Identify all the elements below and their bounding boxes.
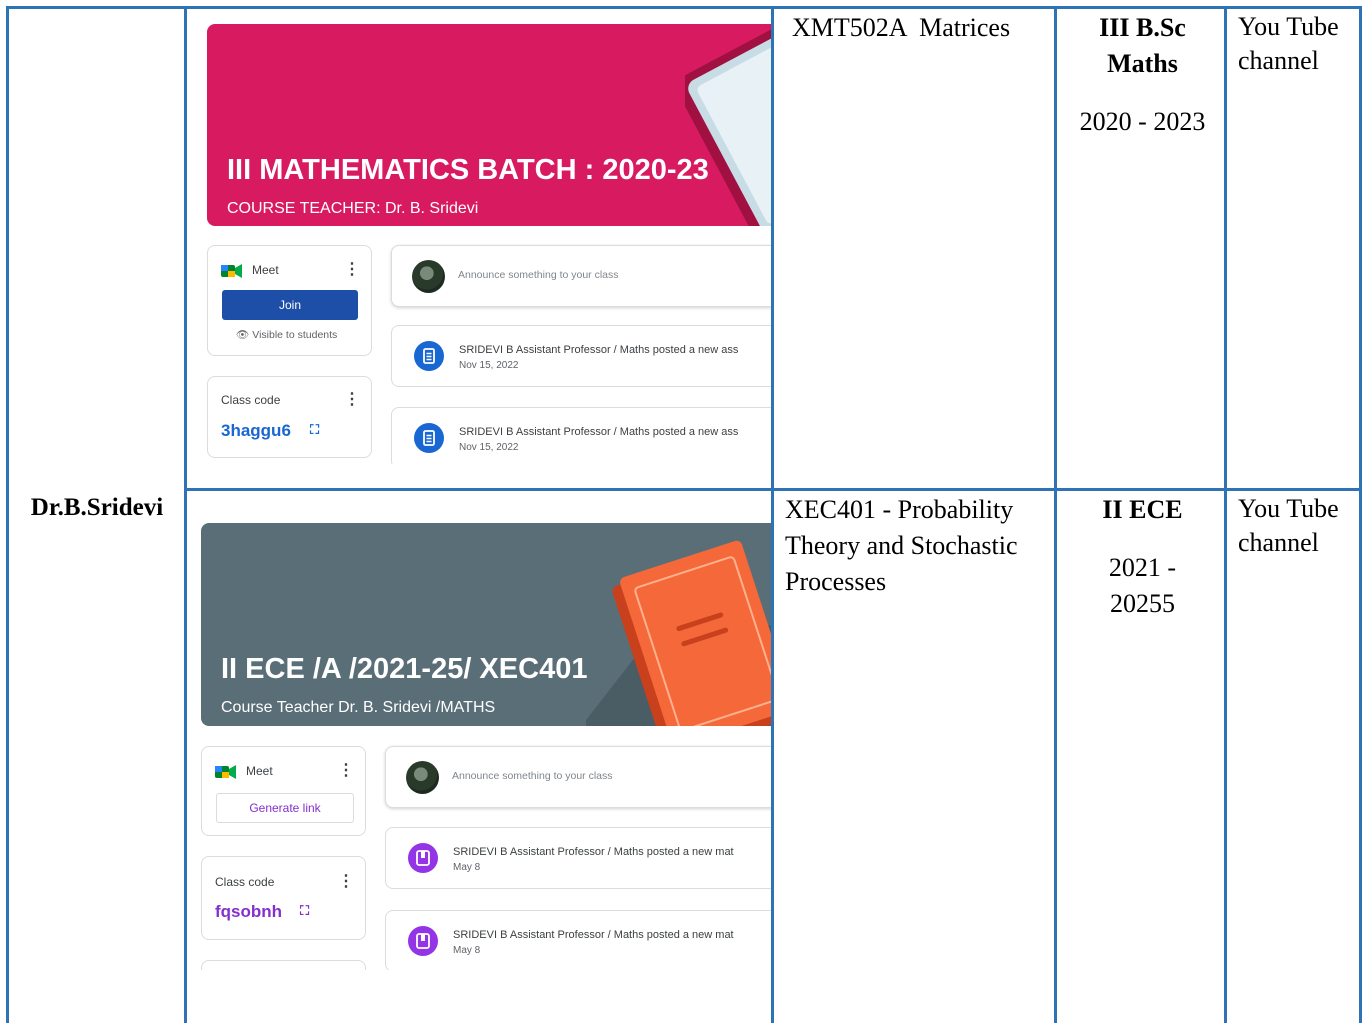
class-code-card: Class code ⋮ 3haggu6 ⛶ — [207, 376, 372, 458]
assignment-icon — [414, 423, 444, 453]
table-border-col3 — [1054, 8, 1057, 1023]
more-options-icon[interactable]: ⋮ — [344, 392, 360, 408]
years-row1: 2020 - 2023 — [1079, 107, 1206, 136]
more-options-icon[interactable]: ⋮ — [338, 763, 354, 779]
announce-placeholder: Announce something to your class — [458, 269, 619, 281]
post-title: SRIDEVI B Assistant Professor / Maths po… — [459, 344, 739, 356]
partial-card — [201, 960, 366, 970]
class-name-row1: III B.Sc Maths — [1099, 13, 1186, 78]
meet-label: Meet — [246, 764, 273, 778]
classroom-screenshot-2: II ECE /A /2021-25/ XEC401 Course Teache… — [193, 510, 771, 970]
stream-post[interactable]: SRIDEVI B Assistant Professor / Maths po… — [385, 910, 771, 970]
more-options-icon[interactable]: ⋮ — [344, 262, 360, 278]
post-date: May 8 — [453, 862, 481, 873]
table-border-left — [6, 8, 9, 1023]
material-icon — [408, 926, 438, 956]
eye-icon: 👁 — [236, 329, 250, 341]
youtube-link-row1[interactable]: You Tube channel — [1238, 10, 1353, 78]
classroom-screenshot-1: III MATHEMATICS BATCH : 2020-23 COURSE T… — [199, 12, 771, 464]
class-code-label: Class code — [221, 393, 281, 407]
post-date: May 8 — [453, 945, 481, 956]
stream-post[interactable]: SRIDEVI B Assistant Professor / Maths po… — [385, 827, 771, 889]
stream-post[interactable]: SRIDEVI B Assistant Professor / Maths po… — [391, 325, 771, 387]
stream-post[interactable]: SRIDEVI B Assistant Professor / Maths po… — [391, 407, 771, 464]
banner-title: II ECE /A /2021-25/ XEC401 — [221, 653, 588, 685]
visibility-text: Visible to students — [252, 329, 338, 341]
book-illustration — [586, 540, 771, 726]
meet-card: Meet ⋮ Join 👁 Visible to students — [207, 245, 372, 356]
class-code-card: Class code ⋮ fqsobnh ⛶ — [201, 856, 366, 940]
meet-card: Meet ⋮ Generate link — [201, 746, 366, 836]
meet-icon — [221, 264, 242, 278]
fullscreen-icon[interactable]: ⛶ — [310, 422, 319, 438]
post-date: Nov 15, 2022 — [459, 360, 519, 371]
post-date: Nov 15, 2022 — [459, 442, 519, 453]
generate-link-button[interactable]: Generate link — [216, 793, 354, 823]
avatar — [412, 260, 445, 293]
assignment-icon — [414, 341, 444, 371]
table-row-divider — [184, 488, 1362, 491]
table-border-top — [6, 6, 1362, 9]
material-icon — [408, 843, 438, 873]
class-name-row2: II ECE — [1102, 495, 1183, 524]
course-name-row1: XMT502A Matrices — [792, 13, 1011, 42]
avatar — [406, 761, 439, 794]
banner-subtitle: Course Teacher Dr. B. Sridevi /MATHS — [221, 699, 496, 716]
announce-placeholder: Announce something to your class — [452, 770, 613, 782]
teacher-name: Dr.B.Sridevi — [30, 494, 164, 521]
class-code-value: 3haggu6 — [221, 421, 291, 440]
meet-icon — [215, 765, 236, 779]
table-border-col4 — [1224, 8, 1227, 1023]
tablet-illustration — [685, 24, 771, 226]
visibility-note: 👁 Visible to students — [236, 328, 337, 341]
class-code-value: fqsobnh — [215, 902, 283, 921]
banner-title: III MATHEMATICS BATCH : 2020-23 — [227, 154, 709, 186]
announce-card[interactable]: Announce something to your class — [385, 746, 771, 808]
join-button[interactable]: Join — [222, 290, 358, 320]
table-border-col2 — [771, 8, 774, 1023]
post-title: SRIDEVI B Assistant Professor / Maths po… — [453, 929, 734, 941]
post-title: SRIDEVI B Assistant Professor / Maths po… — [453, 846, 734, 858]
years-row2: 2021 - 20255 — [1108, 553, 1177, 618]
class-banner: III MATHEMATICS BATCH : 2020-23 COURSE T… — [207, 24, 771, 226]
post-title: SRIDEVI B Assistant Professor / Maths po… — [459, 426, 739, 438]
fullscreen-icon[interactable]: ⛶ — [300, 903, 309, 919]
table-border-col1 — [184, 8, 187, 1023]
course-name-row2: XEC401 - Probability Theory and Stochast… — [785, 495, 1018, 596]
youtube-link-row2[interactable]: You Tube channel — [1238, 492, 1353, 560]
meet-label: Meet — [252, 263, 279, 277]
class-banner: II ECE /A /2021-25/ XEC401 Course Teache… — [201, 523, 771, 726]
class-code-label: Class code — [215, 875, 275, 889]
banner-subtitle: COURSE TEACHER: Dr. B. Sridevi — [227, 200, 479, 217]
more-options-icon[interactable]: ⋮ — [338, 874, 354, 890]
announce-card[interactable]: Announce something to your class — [391, 245, 771, 307]
table-border-right — [1359, 8, 1362, 1023]
